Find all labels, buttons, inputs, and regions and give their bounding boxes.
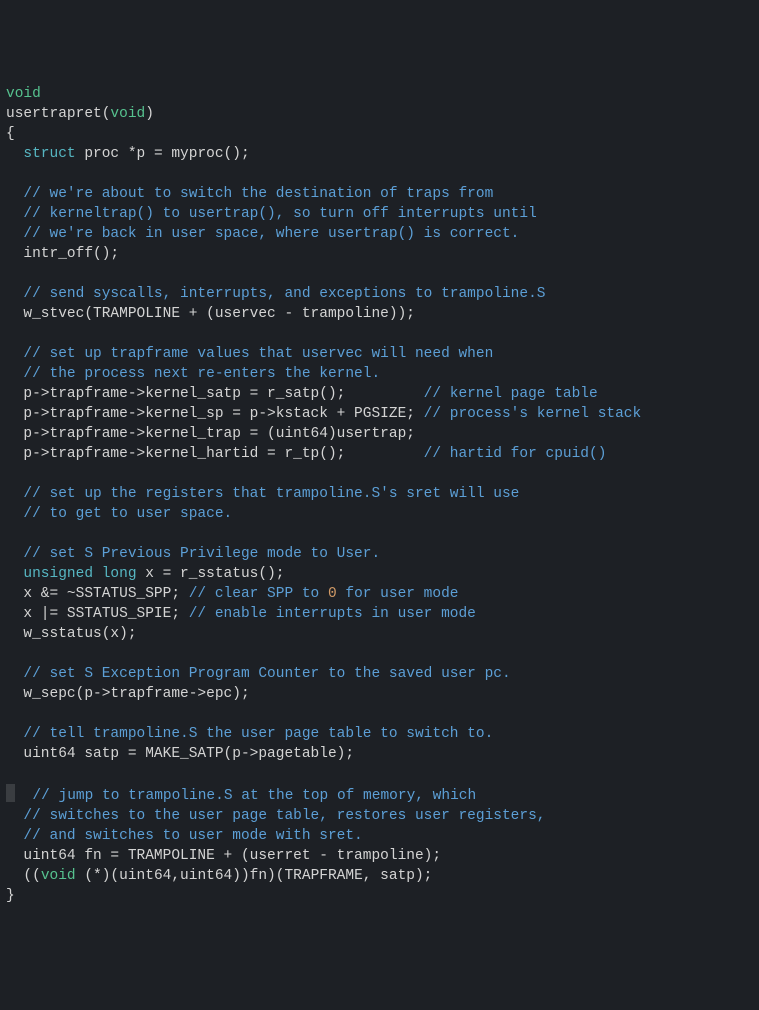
brace: {	[6, 126, 15, 142]
code-text: p->trapframe->kernel_trap = (uint64)user…	[6, 426, 415, 442]
code-text: p->trapframe->kernel_satp = r_satp();	[6, 386, 424, 402]
code-text: w_sepc(p->trapframe->epc);	[6, 686, 250, 702]
number-literal: 0	[328, 586, 337, 602]
code-text: (*)(uint64,uint64))fn)(TRAPFRAME, satp);	[76, 868, 433, 884]
comment: // set up the registers that trampoline.…	[6, 486, 519, 502]
comment: for user mode	[337, 586, 459, 602]
code-text: )	[145, 106, 154, 122]
comment: // jump to trampoline.S at the top of me…	[15, 788, 476, 804]
code-text: uint64 satp = MAKE_SATP(p->pagetable);	[6, 746, 354, 762]
comment: // kernel page table	[424, 386, 598, 402]
keyword-void: void	[41, 868, 76, 884]
code-text: x &= ~SSTATUS_SPP;	[6, 586, 189, 602]
code-text: x = r_sstatus();	[137, 566, 285, 582]
comment: // we're about to switch the destination…	[6, 186, 493, 202]
function-name: usertrapret(	[6, 106, 110, 122]
comment: // switches to the user page table, rest…	[6, 808, 546, 824]
comment: // set S Previous Privilege mode to User…	[6, 546, 380, 562]
code-text: w_sstatus(x);	[6, 626, 137, 642]
comment: // set S Exception Program Counter to th…	[6, 666, 511, 682]
indent	[6, 566, 23, 582]
keyword-long: long	[102, 566, 137, 582]
code-text: uint64 fn = TRAMPOLINE + (userret - tram…	[6, 848, 441, 864]
comment: // clear SPP to	[189, 586, 328, 602]
code-editor[interactable]: void usertrapret(void) { struct proc *p …	[6, 84, 753, 906]
comment: // send syscalls, interrupts, and except…	[6, 286, 546, 302]
code-text: x |= SSTATUS_SPIE;	[6, 606, 189, 622]
comment: // to get to user space.	[6, 506, 232, 522]
comment: // hartid for cpuid()	[424, 446, 607, 462]
code-text: p->trapframe->kernel_hartid = r_tp();	[6, 446, 424, 462]
cursor	[6, 784, 15, 802]
comment: // tell trampoline.S the user page table…	[6, 726, 493, 742]
code-text: ((	[6, 868, 41, 884]
comment: // and switches to user mode with sret.	[6, 828, 363, 844]
code-text	[93, 566, 102, 582]
comment: // enable interrupts in user mode	[189, 606, 476, 622]
code-text: w_stvec(TRAMPOLINE + (uservec - trampoli…	[6, 306, 415, 322]
keyword-unsigned: unsigned	[23, 566, 93, 582]
comment: // set up trapframe values that uservec …	[6, 346, 493, 362]
comment: // process's kernel stack	[424, 406, 642, 422]
indent	[6, 146, 23, 162]
comment: // kerneltrap() to usertrap(), so turn o…	[6, 206, 537, 222]
keyword-struct: struct	[23, 146, 75, 162]
code-text: intr_off();	[6, 246, 119, 262]
comment: // the process next re-enters the kernel…	[6, 366, 380, 382]
keyword-void: void	[110, 106, 145, 122]
code-text: proc *p = myproc();	[76, 146, 250, 162]
comment: // we're back in user space, where usert…	[6, 226, 519, 242]
code-text: p->trapframe->kernel_sp = p->kstack + PG…	[6, 406, 424, 422]
brace: }	[6, 888, 15, 904]
keyword-void: void	[6, 86, 41, 102]
